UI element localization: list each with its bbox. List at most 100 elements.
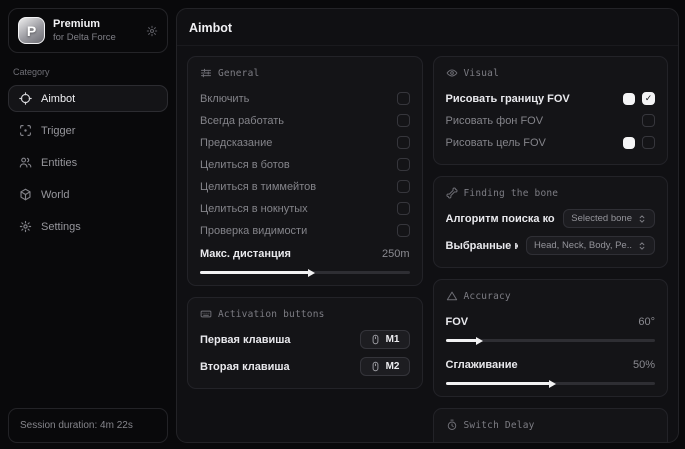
- card-visual: Visual Рисовать границу FOV Рисовать фон…: [433, 56, 669, 165]
- max-distance-group: Макс. дистанция 250m: [200, 243, 410, 274]
- category-label: Category: [13, 67, 168, 77]
- setting-label: Всегда работать: [200, 115, 284, 127]
- setting-row-target-knocked: Целиться в нокнутых: [200, 198, 410, 219]
- sidebar-item-aimbot[interactable]: Aimbot: [8, 85, 168, 112]
- card-activation-buttons: Activation buttons Первая клавиша M1 В: [187, 297, 423, 389]
- slider-label-row: FOV 60°: [446, 311, 656, 332]
- setting-label: FOV: [446, 316, 469, 328]
- card-title-text: Visual: [464, 68, 500, 79]
- setting-label: Рисовать границу FOV: [446, 93, 570, 105]
- fov-slider-group: FOV 60°: [446, 311, 656, 342]
- sidebar-item-label: Aimbot: [41, 93, 75, 105]
- checkbox[interactable]: [397, 158, 410, 171]
- card-title: Finding the bone: [446, 187, 656, 199]
- card-general: General Включить Всегда работать Предска…: [187, 56, 423, 286]
- keybind-value: M1: [386, 334, 400, 345]
- fov-slider[interactable]: [446, 339, 656, 342]
- max-distance-slider[interactable]: [200, 271, 410, 274]
- mouse-icon: [370, 334, 381, 345]
- session-duration: Session duration: 4m 22s: [8, 408, 168, 443]
- triangle-icon: [446, 290, 458, 302]
- sidebar-item-trigger[interactable]: Trigger: [8, 117, 168, 144]
- settings-content: General Включить Всегда работать Предска…: [177, 46, 678, 442]
- setting-row-target-bots: Целиться в ботов: [200, 154, 410, 175]
- mouse-icon: [370, 361, 381, 372]
- right-column: Visual Рисовать границу FOV Рисовать фон…: [433, 56, 669, 442]
- sidebar-item-label: Entities: [41, 157, 77, 169]
- setting-label: Рисовать фон FOV: [446, 115, 544, 127]
- setting-label: Проверка видимости: [200, 225, 307, 237]
- checkbox[interactable]: [397, 180, 410, 193]
- slider-label-row: Макс. дистанция 250m: [200, 243, 410, 264]
- setting-label: Первая клавиша: [200, 334, 291, 346]
- gear-icon[interactable]: [146, 25, 158, 37]
- page-title: Aimbot: [177, 9, 678, 46]
- selected-bones-select[interactable]: Head, Neck, Body, Pe..: [526, 236, 655, 255]
- main-panel: Aimbot General Включить Всегд: [176, 8, 679, 443]
- checkbox[interactable]: [397, 224, 410, 237]
- select-value: Head, Neck, Body, Pe..: [534, 240, 632, 251]
- brand-logo: P: [18, 17, 45, 44]
- card-title-text: Activation buttons: [218, 309, 325, 320]
- sidebar-item-label: Trigger: [41, 125, 75, 137]
- color-swatch[interactable]: [623, 93, 635, 105]
- checkbox[interactable]: [397, 92, 410, 105]
- card-title-text: Accuracy: [464, 291, 511, 302]
- row-controls: [623, 92, 655, 105]
- keybind-button-m2[interactable]: M2: [360, 357, 410, 376]
- keybind-row-primary: Первая клавиша M1: [200, 329, 410, 350]
- setting-label: Рисовать цель FOV: [446, 137, 546, 149]
- setting-label: Алгоритм поиска костей: [446, 213, 556, 225]
- setting-label: Предсказание: [200, 137, 272, 149]
- setting-row-prediction: Предсказание: [200, 132, 410, 153]
- slider-label-row: Сглаживание 50%: [446, 354, 656, 375]
- setting-row-draw-fov-target: Рисовать цель FOV: [446, 132, 656, 153]
- trigger-scan-icon: [19, 124, 32, 137]
- checkbox[interactable]: [642, 136, 655, 149]
- slider-fill: [446, 382, 551, 385]
- unfold-icon: [637, 241, 647, 251]
- color-swatch[interactable]: [623, 137, 635, 149]
- card-finding-bone: Finding the bone Алгоритм поиска костей …: [433, 176, 669, 268]
- select-row-selected-bones: Выбранные кости Head, Neck, Body, Pe..: [446, 235, 656, 256]
- crosshair-icon: [19, 92, 32, 105]
- setting-label: Сглаживание: [446, 359, 518, 371]
- setting-row-visibility-check: Проверка видимости: [200, 220, 410, 241]
- timer-icon: [446, 419, 458, 431]
- sidebar-item-entities[interactable]: Entities: [8, 149, 168, 176]
- sidebar-item-settings[interactable]: Settings: [8, 213, 168, 240]
- card-title-text: Switch Delay: [464, 420, 535, 431]
- keybind-button-m1[interactable]: M1: [360, 330, 410, 349]
- row-controls: [642, 114, 655, 127]
- checkbox[interactable]: [642, 92, 655, 105]
- checkbox[interactable]: [642, 114, 655, 127]
- checkbox[interactable]: [397, 114, 410, 127]
- brand-subtitle: for Delta Force: [53, 32, 138, 43]
- sidebar-item-label: Settings: [41, 221, 81, 233]
- setting-label: Макс. дистанция: [200, 248, 291, 260]
- left-column: General Включить Всегда работать Предска…: [187, 56, 423, 442]
- setting-row-enable: Включить: [200, 88, 410, 109]
- sidebar-nav: Aimbot Trigger Entities World Settings: [8, 85, 168, 240]
- keybind-value: M2: [386, 361, 400, 372]
- unfold-icon: [637, 214, 647, 224]
- setting-row-switch-delay-toggle: Задержка переключения: [446, 440, 656, 442]
- setting-row-always-work: Всегда работать: [200, 110, 410, 131]
- card-title: Activation buttons: [200, 308, 410, 320]
- setting-label: Включить: [200, 93, 249, 105]
- sidebar-item-world[interactable]: World: [8, 181, 168, 208]
- checkbox[interactable]: [397, 202, 410, 215]
- setting-label: Выбранные кости: [446, 240, 518, 252]
- setting-label: Вторая клавиша: [200, 361, 290, 373]
- brand-text: Premium for Delta Force: [53, 18, 138, 43]
- bone-algorithm-select[interactable]: Selected bone: [563, 209, 655, 228]
- setting-row-draw-fov-background: Рисовать фон FOV: [446, 110, 656, 131]
- card-accuracy: Accuracy FOV 60° Сглаживание 50%: [433, 279, 669, 397]
- brand-card: P Premium for Delta Force: [8, 8, 168, 53]
- card-title-text: Finding the bone: [464, 188, 559, 199]
- slider-value: 50%: [633, 359, 655, 371]
- smoothing-slider[interactable]: [446, 382, 656, 385]
- settings-gear-icon: [19, 220, 32, 233]
- row-controls: [623, 136, 655, 149]
- checkbox[interactable]: [397, 136, 410, 149]
